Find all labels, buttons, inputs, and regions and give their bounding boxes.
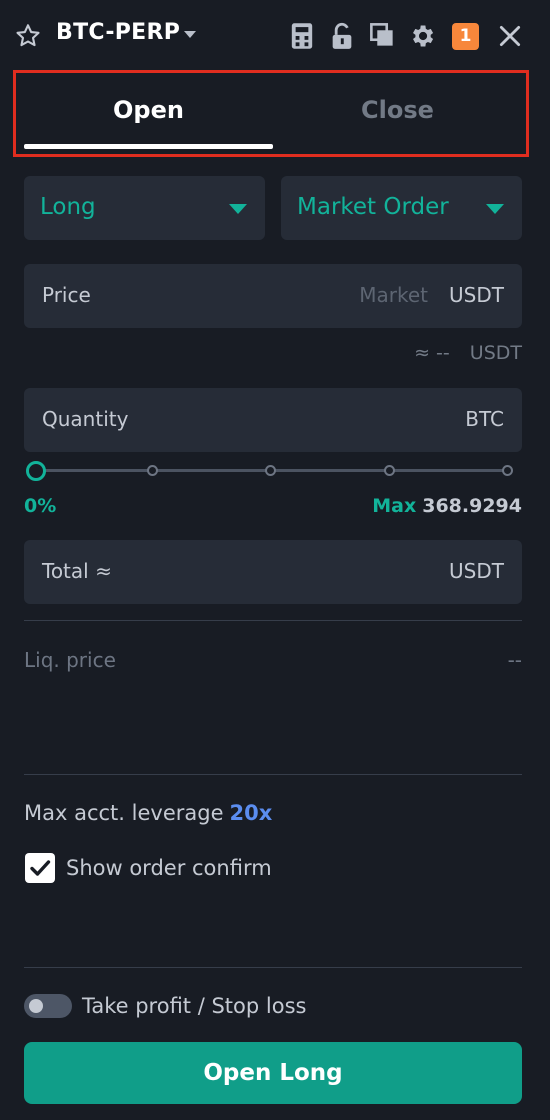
active-tab-indicator	[24, 144, 273, 149]
price-placeholder: Market	[359, 283, 428, 307]
liq-price-value: --	[507, 648, 522, 672]
tpsl-toggle[interactable]	[24, 994, 72, 1018]
open-long-button[interactable]: Open Long	[24, 1042, 522, 1104]
unlock-icon[interactable]	[330, 22, 358, 50]
quantity-slider-thumb[interactable]	[26, 461, 46, 481]
side-select[interactable]: Long	[24, 176, 265, 240]
price-approx-value: ≈ --	[414, 342, 450, 364]
price-approx-unit: USDT	[469, 342, 522, 364]
price-unit: USDT	[449, 283, 504, 307]
slider-percent: 0%	[24, 495, 57, 517]
slider-step-75[interactable]	[384, 465, 395, 476]
price-label: Price	[42, 283, 91, 307]
leverage-value[interactable]: 20x	[230, 801, 273, 825]
gear-icon[interactable]	[408, 22, 436, 50]
order-type-select[interactable]: Market Order	[281, 176, 522, 240]
tab-close[interactable]: Close	[273, 96, 522, 124]
show-order-confirm-label[interactable]: Show order confirm	[66, 856, 272, 880]
side-select-value: Long	[40, 194, 96, 220]
slider-step-50[interactable]	[265, 465, 276, 476]
divider	[24, 774, 522, 775]
star-icon[interactable]	[14, 22, 42, 50]
close-icon[interactable]	[497, 22, 525, 50]
copy-icon[interactable]	[369, 22, 397, 50]
show-order-confirm-checkbox[interactable]	[25, 853, 55, 883]
toggle-knob	[29, 999, 43, 1013]
max-value: 368.9294	[422, 495, 522, 517]
divider	[24, 620, 522, 621]
liq-price-label: Liq. price	[24, 648, 116, 672]
tab-open[interactable]: Open	[24, 96, 273, 124]
total-label: Total ≈	[42, 559, 112, 583]
checkmark-icon	[30, 860, 51, 876]
notification-badge[interactable]: 1	[452, 23, 479, 50]
slider-step-100[interactable]	[502, 465, 513, 476]
total-field[interactable]: Total ≈ USDT	[24, 540, 522, 604]
divider	[24, 967, 522, 968]
order-type-value: Market Order	[297, 194, 449, 220]
calculator-icon[interactable]	[289, 22, 317, 50]
quantity-label: Quantity	[42, 407, 129, 431]
chevron-down-icon[interactable]	[184, 31, 196, 38]
leverage-label: Max acct. leverage	[24, 801, 224, 825]
leverage-row: Max acct. leverage 20x	[24, 801, 272, 825]
price-approx: ≈ -- USDT	[414, 342, 522, 364]
pair-selector[interactable]: BTC-PERP	[56, 20, 180, 45]
slider-step-25[interactable]	[147, 465, 158, 476]
caret-down-icon	[229, 204, 247, 214]
max-quantity: Max 368.9294	[372, 495, 522, 517]
price-field[interactable]: Price Market USDT	[24, 264, 522, 328]
quantity-field[interactable]: Quantity BTC	[24, 388, 522, 452]
caret-down-icon	[486, 204, 504, 214]
total-unit: USDT	[449, 559, 504, 583]
quantity-unit: BTC	[465, 407, 504, 431]
max-label: Max	[372, 495, 417, 517]
tpsl-label[interactable]: Take profit / Stop loss	[82, 994, 306, 1018]
